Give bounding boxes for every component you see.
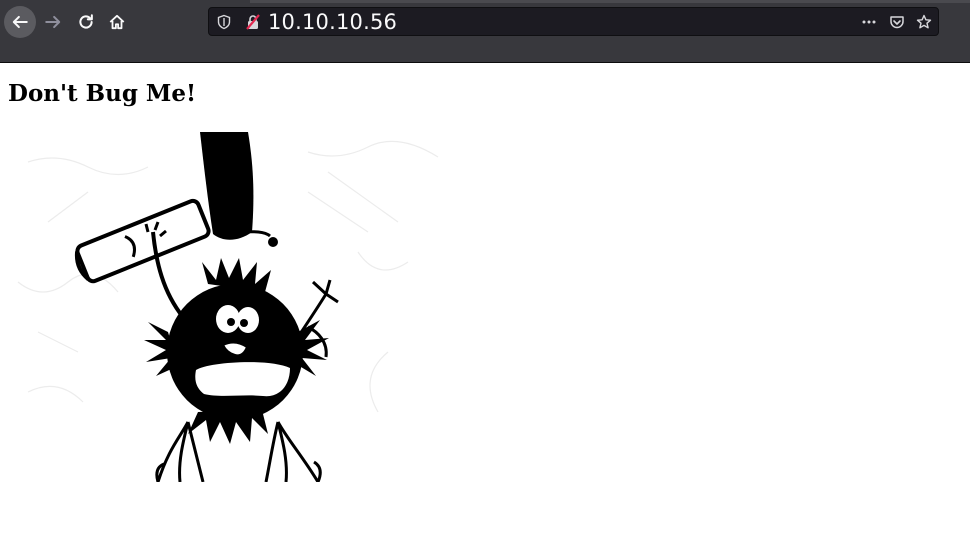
url-text[interactable]: 10.10.10.56 (268, 9, 397, 36)
url-bar[interactable]: 10.10.10.56 (208, 7, 939, 36)
bug-with-club-illustration (17, 132, 439, 482)
home-button[interactable] (101, 6, 133, 38)
page-content: Don't Bug Me! (0, 63, 970, 551)
pocket-icon (890, 16, 904, 29)
back-button[interactable] (4, 6, 36, 38)
forward-button[interactable] (37, 6, 69, 38)
arrow-left-icon (12, 15, 28, 29)
page-title: Don't Bug Me! (8, 80, 197, 107)
bug-image (8, 132, 458, 482)
shield-icon[interactable] (216, 14, 232, 30)
tab-strip (250, 0, 970, 3)
broken-lock-icon[interactable] (245, 14, 261, 30)
bookmark-button[interactable] (915, 13, 933, 31)
page-actions-button[interactable] (860, 13, 878, 31)
reload-button[interactable] (70, 6, 102, 38)
arrow-right-icon (45, 15, 61, 29)
ellipsis-icon (862, 20, 876, 24)
reload-icon (79, 14, 93, 29)
browser-toolbar: 10.10.10.56 (0, 0, 970, 63)
home-icon (109, 14, 125, 30)
pocket-button[interactable] (888, 13, 906, 31)
star-icon (916, 14, 932, 29)
